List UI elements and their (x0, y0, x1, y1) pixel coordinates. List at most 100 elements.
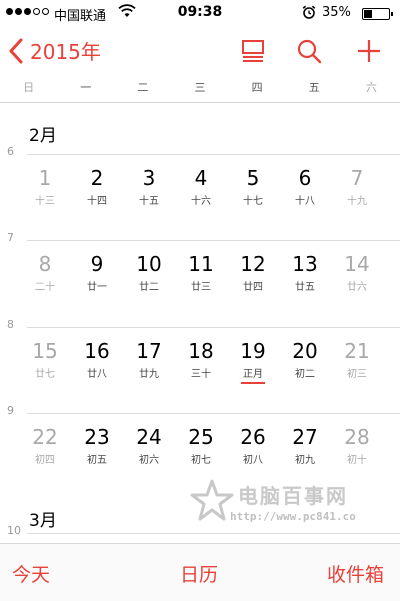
day-cell[interactable]: 11 廿三 (175, 252, 227, 293)
alarm-clock-icon (302, 5, 316, 19)
weekday-label: 二 (137, 81, 149, 94)
day-number: 7 (350, 166, 364, 190)
day-cell[interactable]: 4 十六 (175, 166, 227, 207)
day-number: 24 (136, 425, 162, 449)
day-cell[interactable]: 17 廿九 (123, 339, 175, 380)
calendars-button[interactable]: 日历 (180, 560, 218, 587)
day-cell[interactable]: 25 初七 (175, 425, 227, 466)
day-number: 22 (32, 425, 58, 449)
month-title: 2月 (29, 126, 57, 146)
day-number: 11 (188, 252, 214, 276)
day-cell[interactable]: 20 初二 (279, 339, 331, 380)
lunar-date: 初四 (35, 455, 55, 466)
day-cell[interactable]: 23 初五 (71, 425, 123, 466)
day-cell[interactable]: 3 十五 (123, 166, 175, 207)
lunar-date: 初九 (295, 455, 315, 466)
star-logo-icon (190, 479, 234, 521)
weekday-label: 六 (365, 81, 377, 94)
week-row: 8 15 廿七 16 廿八 17 廿九 18 三十 19 正月 20 初二 21 初三 (0, 318, 400, 407)
day-number: 2 (90, 166, 104, 190)
add-event-icon[interactable] (356, 38, 382, 64)
week-number: 7 (7, 231, 14, 244)
day-cell[interactable]: 8 二十 (19, 252, 71, 293)
day-number: 16 (84, 339, 110, 363)
day-number: 26 (240, 425, 266, 449)
battery-icon (362, 8, 393, 20)
day-cell[interactable]: 15 廿七 (19, 339, 71, 380)
day-cell[interactable]: 2 十四 (71, 166, 123, 207)
day-number: 8 (38, 252, 52, 276)
lunar-date: 廿四 (243, 282, 263, 293)
week-row: 6 1 十三 2 十四 3 十五 4 十六 5 十七 6 十八 7 十九 (0, 145, 400, 234)
lunar-date: 十六 (191, 196, 211, 207)
back-to-year-button[interactable]: 2015年 (8, 36, 101, 65)
week-number: 10 (7, 524, 21, 537)
day-number: 6 (298, 166, 312, 190)
day-cell[interactable]: 9 廿一 (71, 252, 123, 293)
lunar-date: 初八 (243, 455, 263, 466)
search-icon[interactable] (296, 38, 322, 64)
day-cell[interactable]: 22 初四 (19, 425, 71, 466)
day-cell[interactable]: 13 廿五 (279, 252, 331, 293)
lunar-date: 初二 (295, 369, 315, 380)
lunar-date: 初十 (347, 455, 367, 466)
day-number: 5 (246, 166, 260, 190)
weekday-header: 日一二三四五六 (0, 76, 400, 103)
day-number: 12 (240, 252, 266, 276)
day-number: 20 (292, 339, 318, 363)
day-number: 3 (142, 166, 156, 190)
week-row: 7 8 二十 9 廿一 10 廿二 11 廿三 12 廿四 13 廿五 14 廿六 (0, 231, 400, 320)
week-divider (27, 154, 400, 155)
today-button[interactable]: 今天 (12, 560, 50, 587)
day-number: 4 (194, 166, 208, 190)
lunar-date: 二十 (35, 282, 55, 293)
weekday-label: 四 (251, 81, 263, 94)
weekday-label: 日 (23, 81, 35, 94)
day-cell[interactable]: 10 廿二 (123, 252, 175, 293)
day-cell[interactable]: 24 初六 (123, 425, 175, 466)
weekday-label: 一 (80, 81, 92, 94)
day-cell[interactable]: 14 廿六 (331, 252, 383, 293)
lunar-date: 廿九 (139, 369, 159, 380)
lunar-date: 廿五 (295, 282, 315, 293)
day-cell[interactable]: 6 十八 (279, 166, 331, 207)
day-cell[interactable]: 18 三十 (175, 339, 227, 380)
day-cell[interactable]: 1 十三 (19, 166, 71, 207)
lunar-date: 十九 (347, 196, 367, 207)
lunar-date: 十四 (87, 196, 107, 207)
week-divider (27, 240, 400, 241)
day-cell[interactable]: 28 初十 (331, 425, 383, 466)
day-cell[interactable]: 12 廿四 (227, 252, 279, 293)
list-view-icon[interactable] (240, 38, 266, 64)
day-cell[interactable]: 7 十九 (331, 166, 383, 207)
day-number: 25 (188, 425, 214, 449)
inbox-button[interactable]: 收件箱 (327, 560, 384, 587)
day-number: 19 (240, 339, 266, 363)
lunar-date: 十五 (139, 196, 159, 207)
nav-bar: 2015年 (0, 26, 400, 76)
lunar-date: 三十 (191, 369, 211, 380)
watermark-url: http://www.pc841.co (230, 510, 356, 523)
week-divider (27, 327, 400, 328)
day-number: 1 (38, 166, 52, 190)
day-cell[interactable]: 27 初九 (279, 425, 331, 466)
week-number: 8 (7, 318, 14, 331)
day-cell[interactable]: 21 初三 (331, 339, 383, 380)
day-cell[interactable]: 19 正月 (227, 339, 279, 384)
lunar-date: 廿一 (87, 282, 107, 293)
day-cell[interactable]: 16 廿八 (71, 339, 123, 380)
day-cell[interactable]: 26 初八 (227, 425, 279, 466)
week-number: 9 (7, 404, 14, 417)
day-number: 23 (84, 425, 110, 449)
lunar-date: 初六 (139, 455, 159, 466)
day-number: 15 (32, 339, 58, 363)
week-divider (27, 413, 400, 414)
bottom-toolbar: 今天 日历 收件箱 (0, 543, 400, 601)
lunar-date: 十八 (295, 196, 315, 207)
month-title: 3月 (29, 511, 57, 531)
month-calendar: 2月 6 1 十三 2 十四 3 十五 4 十六 5 十七 6 十八 7 十九 7 8 二十 9 廿一 10 廿二 11 廿三 1… (0, 103, 400, 541)
lunar-date: 十七 (243, 196, 263, 207)
day-cell[interactable]: 5 十七 (227, 166, 279, 207)
watermark-title: 电脑百事网 (238, 484, 348, 508)
day-number: 13 (292, 252, 318, 276)
